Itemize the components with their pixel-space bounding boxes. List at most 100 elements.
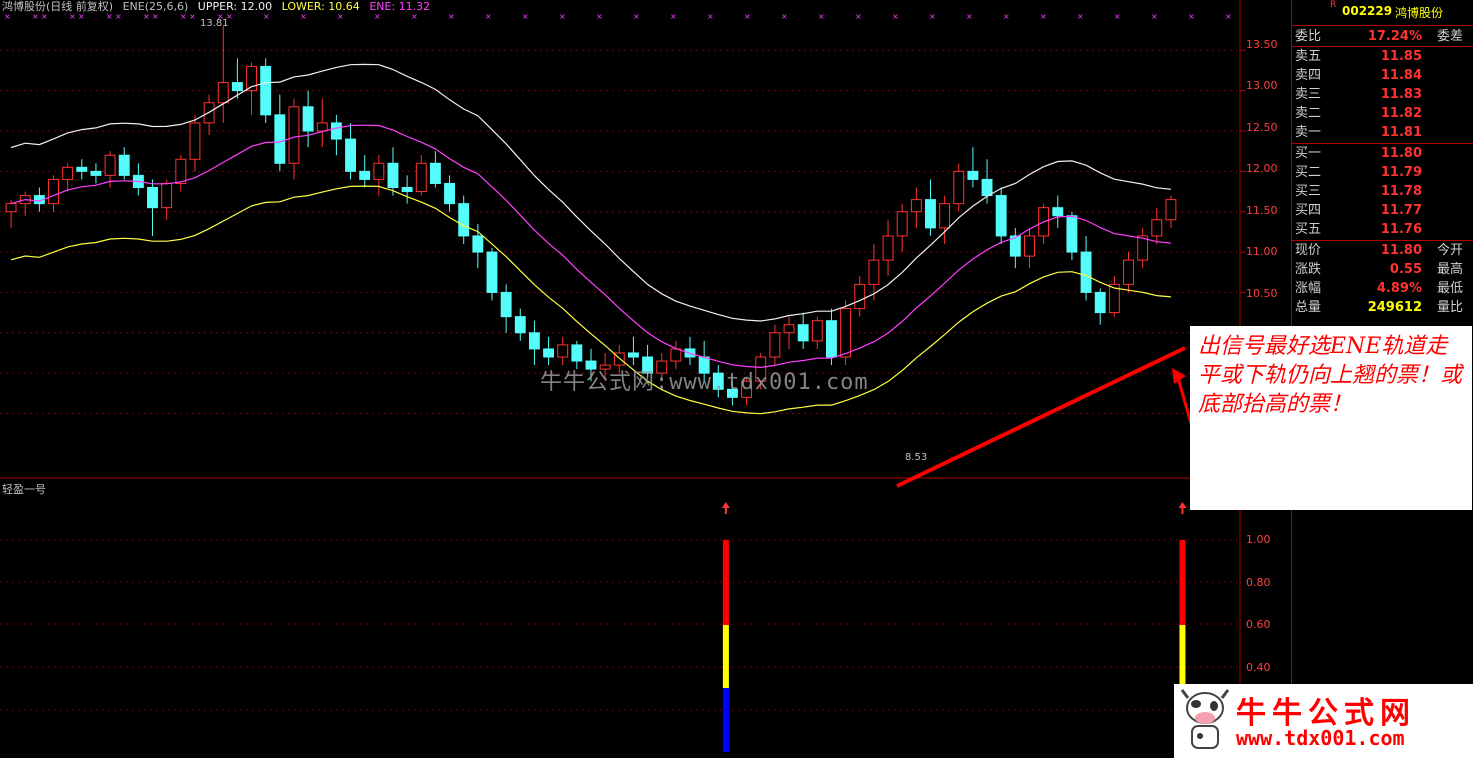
candle-body bbox=[528, 332, 540, 350]
indicator-label: 轻盈一号 bbox=[2, 483, 46, 496]
price-tick: 11.50 bbox=[1246, 204, 1278, 217]
top-marker: × bbox=[818, 12, 825, 21]
cow-icon bbox=[1180, 689, 1230, 749]
flag-badge: R bbox=[1330, 0, 1337, 10]
candle-body bbox=[415, 162, 427, 193]
candle-body bbox=[557, 344, 569, 358]
candle-body bbox=[967, 170, 979, 180]
row-value: 11.80 bbox=[1380, 146, 1422, 161]
candle-body bbox=[260, 65, 272, 116]
candle-body bbox=[769, 332, 781, 358]
top-marker: × bbox=[1077, 12, 1084, 21]
candle-body bbox=[514, 316, 526, 334]
candle-body bbox=[1052, 207, 1064, 217]
candle-body bbox=[189, 122, 201, 160]
candle-body bbox=[5, 203, 17, 213]
top-marker: × bbox=[707, 12, 714, 21]
ratio-row: 委比 17.24% 委差 bbox=[1292, 27, 1473, 46]
bid-row: 买五 11.76 bbox=[1292, 220, 1473, 239]
candle-body bbox=[995, 195, 1007, 237]
candle-body bbox=[429, 162, 441, 184]
candle-body bbox=[882, 235, 894, 261]
row-label: 卖四 bbox=[1295, 68, 1322, 83]
top-marker: × bbox=[744, 12, 751, 21]
row-label: 涨跌 bbox=[1295, 262, 1322, 277]
lower-value: LOWER: 10.64 bbox=[281, 0, 360, 13]
top-marker: × bbox=[670, 12, 677, 21]
candle-body bbox=[925, 199, 936, 229]
indicator-tick: 0.80 bbox=[1246, 576, 1271, 589]
candle-body bbox=[953, 170, 965, 205]
price-tick: 11.00 bbox=[1246, 245, 1278, 258]
top-marker: × bbox=[1114, 12, 1121, 21]
candle-body bbox=[62, 166, 74, 180]
candle-body bbox=[118, 154, 130, 176]
candle-body bbox=[826, 320, 837, 358]
candle-body bbox=[90, 170, 102, 176]
candle-body bbox=[486, 251, 498, 293]
ask-row: 卖五 11.85 bbox=[1292, 47, 1473, 66]
candle-body bbox=[444, 182, 456, 205]
candle-body bbox=[840, 308, 852, 358]
signal-bar-blue bbox=[722, 688, 729, 752]
signal-arrow-icon bbox=[721, 502, 730, 508]
candle-body bbox=[316, 122, 328, 132]
trend-line bbox=[896, 346, 1186, 488]
row-label: 涨幅 bbox=[1295, 281, 1322, 296]
candle-body bbox=[1094, 291, 1106, 314]
candle-body bbox=[543, 348, 555, 358]
price-tick: 13.00 bbox=[1246, 79, 1278, 92]
top-marker: × bbox=[1040, 12, 1047, 21]
signal-bar-yellow bbox=[722, 625, 729, 688]
price-tick: 12.50 bbox=[1246, 121, 1278, 134]
top-marker: × bbox=[1151, 12, 1158, 21]
row-label-2: 今开 bbox=[1437, 243, 1464, 258]
top-marker: × bbox=[1003, 12, 1010, 21]
row-value: 11.78 bbox=[1380, 184, 1422, 199]
candle-body bbox=[939, 203, 951, 229]
candle-body bbox=[797, 324, 809, 342]
bid-row: 买二 11.79 bbox=[1292, 163, 1473, 182]
top-marker: × bbox=[966, 12, 973, 21]
price-tick: 13.50 bbox=[1246, 38, 1278, 51]
candle-body bbox=[161, 182, 173, 209]
candle-body bbox=[345, 138, 356, 172]
row-label: 卖五 bbox=[1295, 49, 1322, 64]
signal-bar-yellow bbox=[1179, 625, 1186, 688]
candle-body bbox=[175, 158, 187, 184]
signal-bar-red bbox=[722, 540, 729, 625]
ask-row: 卖四 11.84 bbox=[1292, 66, 1473, 85]
annotation-box: 出信号最好选ENE轨道走平或下轨仍向上翘的票！或底部抬高的票！ bbox=[1190, 326, 1472, 510]
upper-value: UPPER: 12.00 bbox=[197, 0, 273, 13]
ratio-value: 17.24% bbox=[1367, 29, 1422, 44]
row-value: 11.76 bbox=[1380, 222, 1422, 237]
site-logo: 牛牛公式网 www.tdx001.com bbox=[1174, 684, 1473, 758]
row-label-2: 最低 bbox=[1437, 281, 1464, 296]
bid-row: 买一 11.80 bbox=[1292, 144, 1473, 163]
row-value: 11.85 bbox=[1380, 49, 1422, 64]
row-value: 11.83 bbox=[1380, 87, 1422, 102]
indicator-tick: 0.60 bbox=[1246, 618, 1271, 631]
logo-url[interactable]: www.tdx001.com bbox=[1236, 726, 1405, 750]
row-value: 11.79 bbox=[1380, 165, 1422, 180]
stock-code[interactable]: 002229 bbox=[1342, 4, 1392, 18]
signal-arrow-icon bbox=[1178, 502, 1187, 508]
stock-title: 鸿博股份(日线 前复权) bbox=[2, 0, 114, 13]
ask-row: 卖三 11.83 bbox=[1292, 85, 1473, 104]
stock-name[interactable]: 鸿博股份 bbox=[1395, 4, 1443, 21]
candle-body bbox=[811, 320, 823, 342]
low-price-label: 8.53 bbox=[905, 452, 928, 463]
annotation-text: 出信号最好选ENE轨道走平或下轨仍向上翘的票！或底部抬高的票！ bbox=[1198, 334, 1463, 417]
bid-row: 买三 11.78 bbox=[1292, 182, 1473, 201]
row-label-2: 最高 bbox=[1437, 262, 1464, 277]
top-marker: × bbox=[929, 12, 936, 21]
candle-body bbox=[1080, 251, 1092, 293]
candle-body bbox=[302, 106, 314, 132]
candle-body bbox=[868, 259, 880, 285]
top-marker: × bbox=[448, 12, 455, 21]
price-tick: 10.50 bbox=[1246, 287, 1278, 300]
top-marker: × bbox=[1188, 12, 1195, 21]
row-label-2: 量比 bbox=[1437, 300, 1464, 315]
ask-row: 卖一 11.81 bbox=[1292, 123, 1473, 142]
candle-body bbox=[783, 324, 795, 334]
